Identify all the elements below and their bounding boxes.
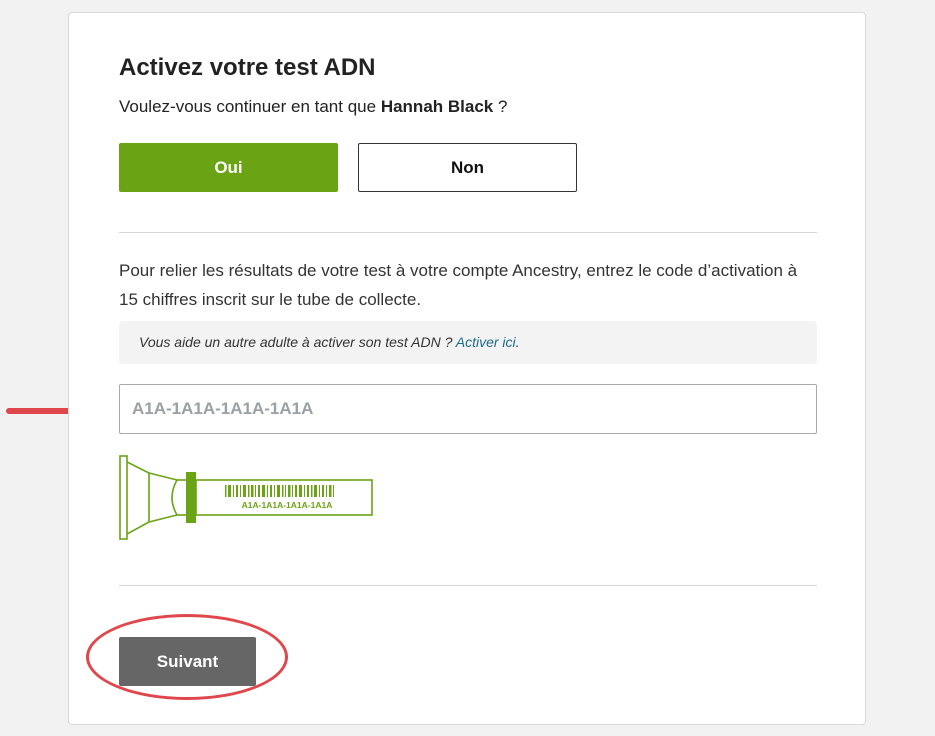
next-button[interactable]: Suivant [119, 637, 256, 686]
divider [119, 232, 817, 233]
activation-code-input[interactable] [119, 384, 817, 434]
activate-here-link[interactable]: Activer ici [456, 334, 516, 350]
no-button[interactable]: Non [358, 143, 577, 192]
activation-card: Activez votre test ADN Voulez-vous conti… [68, 12, 866, 725]
activation-instructions: Pour relier les résultats de votre test … [119, 261, 798, 309]
tube-code-label: A1A-1A1A-1A1A-1A1A [242, 500, 333, 510]
tube-cap-band [186, 472, 196, 523]
tube-barcode [225, 485, 334, 497]
question-suffix: ? [497, 97, 508, 116]
divider [119, 585, 817, 586]
help-box: Vous aide un autre adulte à activer son … [119, 321, 817, 364]
collection-tube-icon: A1A-1A1A-1A1A-1A1A [119, 455, 373, 540]
user-name: Hannah Black [380, 97, 494, 116]
continue-question: Voulez-vous continuer en tant que Hannah… [119, 97, 507, 117]
yes-button[interactable]: Oui [119, 143, 338, 192]
question-prefix: Voulez-vous continuer en tant que [119, 97, 377, 116]
page-title: Activez votre test ADN [119, 54, 376, 81]
help-period: . [515, 334, 520, 350]
help-text: Vous aide un autre adulte à activer son … [139, 334, 453, 350]
